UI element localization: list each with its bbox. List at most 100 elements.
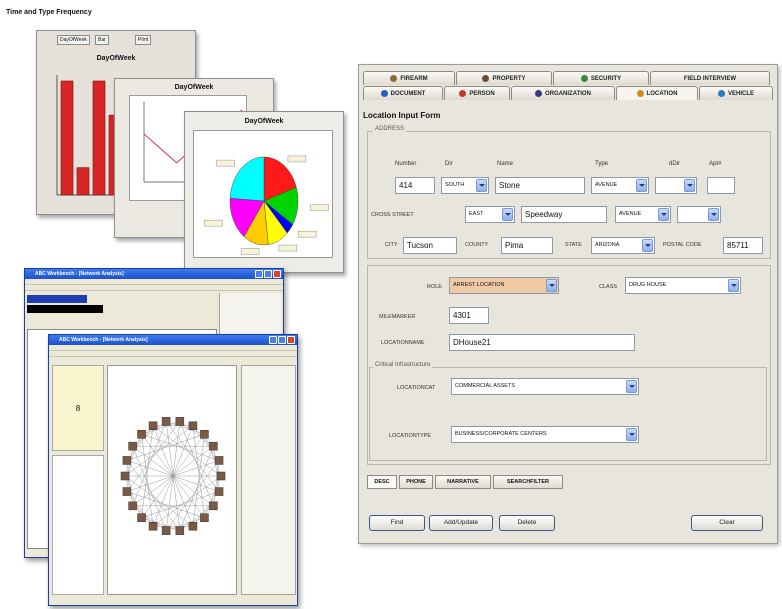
pie-callout <box>297 230 317 238</box>
window-controls[interactable] <box>255 270 281 278</box>
network-node <box>148 521 158 531</box>
apt-field[interactable] <box>707 177 735 194</box>
chart-print-button[interactable]: Print <box>135 35 152 45</box>
city-field[interactable]: Tucson <box>403 237 457 254</box>
minimize-icon[interactable] <box>255 270 263 278</box>
security-icon <box>580 75 588 82</box>
tab-firearm[interactable]: Firearm <box>363 71 455 85</box>
subtab-desc[interactable]: Desc <box>367 475 397 489</box>
pie-slice <box>229 156 265 202</box>
number-field[interactable]: 414 <box>395 177 435 194</box>
network-node <box>137 513 146 522</box>
clear-button[interactable]: Clear <box>691 515 763 531</box>
network-node <box>122 456 132 465</box>
dir2-label: dDir <box>669 161 681 167</box>
selected-row[interactable] <box>27 305 103 313</box>
close-icon[interactable] <box>273 270 281 278</box>
tab-vehicle[interactable]: Vehicle <box>699 86 773 100</box>
cross-dir-select[interactable]: EAST <box>465 206 515 223</box>
maximize-icon[interactable] <box>278 336 286 344</box>
postal-code-field[interactable]: 85711 <box>723 237 763 254</box>
milemarker-field[interactable]: 4301 <box>449 307 489 324</box>
window-controls[interactable] <box>269 336 295 344</box>
toolbar[interactable] <box>25 285 283 291</box>
locationcat-select[interactable]: COMMERCIAL ASSETS <box>451 378 639 395</box>
tab-location[interactable]: Location <box>616 86 698 100</box>
bar-chart-title: DayOfWeek <box>96 55 136 62</box>
chevron-down-icon[interactable] <box>642 239 653 252</box>
network-edge <box>141 421 180 435</box>
add-update-button[interactable]: Add/Update <box>429 515 493 531</box>
network-window-back-titlebar[interactable]: ABC Workbench - [Network Analysis] <box>25 269 283 279</box>
chevron-down-icon[interactable] <box>636 179 647 192</box>
tab-row-top[interactable]: Firearm Property Security Field Intervie… <box>363 71 771 85</box>
address-group-label: ADDRESS <box>373 126 407 132</box>
county-label: COUNTY <box>465 242 489 248</box>
chart-field-select[interactable]: DayOfWeek <box>57 35 90 45</box>
network-canvas[interactable] <box>107 365 237 595</box>
locationtype-select[interactable]: BUSINESS/CORPORATE CENTERS <box>451 426 639 443</box>
cross-type-select[interactable]: AVENUE <box>615 206 671 223</box>
pie-callout <box>240 248 260 255</box>
cross-street-field[interactable]: Speedway <box>521 206 607 223</box>
dir2-select[interactable] <box>655 177 697 194</box>
toolbar[interactable] <box>49 351 297 357</box>
dir-select[interactable]: SOUTH <box>441 177 489 194</box>
role-select[interactable]: ARREST LOCATION <box>449 277 559 294</box>
tab-field-interview[interactable]: Field Interview <box>650 71 770 85</box>
cross-dir2-select[interactable] <box>677 206 721 223</box>
person-icon <box>459 90 467 97</box>
chart-type-select[interactable]: Bar <box>95 35 109 45</box>
class-select[interactable]: DRUG HOUSE <box>625 277 741 294</box>
class-label: CLASS <box>599 284 618 290</box>
tab-property[interactable]: Property <box>456 71 552 85</box>
right-panel[interactable] <box>241 365 296 595</box>
locationname-field[interactable]: DHouse21 <box>449 334 635 351</box>
tab-organization[interactable]: Organization <box>511 86 615 100</box>
chevron-down-icon[interactable] <box>476 179 487 192</box>
chevron-down-icon[interactable] <box>626 428 637 441</box>
subtab-narrative[interactable]: Narrative <box>435 475 491 489</box>
chevron-down-icon[interactable] <box>684 179 695 192</box>
chevron-down-icon[interactable] <box>728 279 739 292</box>
network-edge <box>141 517 180 531</box>
cross-street-label: CROSS STREET <box>371 212 414 218</box>
document-icon <box>380 90 388 97</box>
street-type-select[interactable]: AVENUE <box>591 177 649 194</box>
properties-pane[interactable] <box>52 455 104 595</box>
network-node <box>209 501 218 511</box>
tab-row-bottom[interactable]: Document Person Organization Location Ve… <box>363 86 774 100</box>
minimize-icon[interactable] <box>269 336 277 344</box>
tab-label: Firearm <box>400 75 428 82</box>
tab-label: Field Interview <box>683 75 737 82</box>
locationname-label: LOCATIONNAME <box>381 340 425 346</box>
chevron-down-icon[interactable] <box>708 208 719 221</box>
network-window-front[interactable]: ABC Workbench - [Network Analysis] 8 <box>48 334 298 606</box>
network-node <box>148 421 158 431</box>
chevron-down-icon[interactable] <box>502 208 513 221</box>
pie-callout <box>204 219 223 227</box>
tab-person[interactable]: Person <box>444 86 510 100</box>
subtab-phone[interactable]: Phone <box>399 475 433 489</box>
street-name-field[interactable]: Stone <box>495 177 585 194</box>
role-value: ARREST LOCATION <box>453 282 505 288</box>
chevron-down-icon[interactable] <box>546 279 557 292</box>
pie-chart-window[interactable]: DayOfWeek <box>184 111 344 273</box>
subtab-searchfilter[interactable]: SearchFilter <box>493 475 563 489</box>
chevron-down-icon[interactable] <box>626 380 637 393</box>
close-icon[interactable] <box>287 336 295 344</box>
find-button[interactable]: Find <box>369 515 425 531</box>
tab-document[interactable]: Document <box>363 86 443 100</box>
network-window-front-titlebar[interactable]: ABC Workbench - [Network Analysis] <box>49 335 297 345</box>
state-select[interactable]: ARIZONA <box>591 237 655 254</box>
tab-security[interactable]: Security <box>553 71 649 85</box>
delete-button[interactable]: Delete <box>499 515 555 531</box>
network-node <box>188 421 198 431</box>
tab-label: Person <box>469 90 495 97</box>
pie-chart-title: DayOfWeek <box>244 118 284 125</box>
county-field[interactable]: Pima <box>501 237 553 254</box>
pie-chart-area <box>193 130 333 258</box>
location-form-window[interactable]: Firearm Property Security Field Intervie… <box>358 64 778 544</box>
maximize-icon[interactable] <box>264 270 272 278</box>
chevron-down-icon[interactable] <box>658 208 669 221</box>
